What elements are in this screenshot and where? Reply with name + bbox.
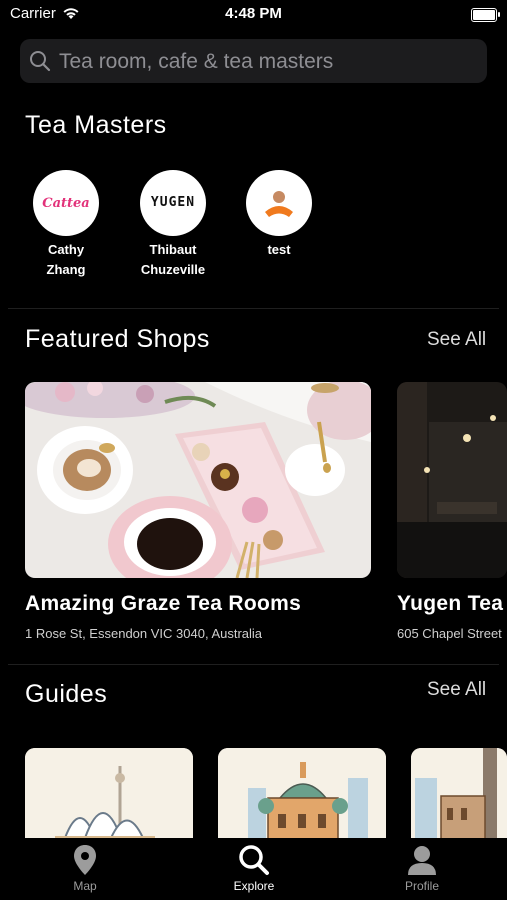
tea-table-photo	[25, 382, 371, 578]
sydney-opera-house-illustration	[25, 748, 193, 848]
tea-master-name: Chuzeville	[140, 262, 206, 277]
avatar: Cattea	[33, 170, 99, 236]
search-icon	[239, 845, 269, 875]
search-input[interactable]	[57, 47, 471, 77]
tab-explore-label: Explore	[233, 879, 275, 893]
divider	[8, 664, 499, 665]
tab-profile[interactable]: Profile	[377, 844, 467, 893]
tea-masters-title: Tea Masters	[25, 111, 167, 139]
search-bar[interactable]	[20, 39, 487, 83]
tab-profile-label: Profile	[404, 879, 439, 893]
tea-master-name: Zhang	[46, 262, 86, 277]
guides-title: Guides	[25, 680, 108, 708]
avatar: YUGEN	[140, 170, 206, 236]
map-pin-icon	[74, 845, 96, 875]
featured-shops-title: Featured Shops	[25, 325, 210, 353]
guide-card[interactable]	[411, 748, 507, 848]
guide-card[interactable]	[25, 748, 193, 848]
tea-master-name: Thibaut	[149, 242, 197, 257]
tab-explore[interactable]: Explore	[209, 844, 299, 893]
avatar	[246, 170, 312, 236]
search-icon	[30, 51, 51, 72]
shop-card-image[interactable]	[25, 382, 371, 578]
divider	[8, 308, 499, 309]
tab-map[interactable]: Map	[40, 844, 130, 893]
tab-map-label: Map	[73, 879, 97, 893]
status-bar: Carrier 4:48 PM	[0, 0, 507, 30]
tea-master-name: Cathy	[47, 242, 85, 257]
guides-see-all-link[interactable]: See All	[427, 679, 486, 701]
featured-see-all-link[interactable]: See All	[427, 329, 486, 351]
shop-card-image[interactable]	[397, 382, 507, 578]
city-buildings-illustration	[411, 748, 507, 848]
tea-master-name: test	[267, 242, 291, 257]
cafe-interior-photo	[397, 382, 507, 578]
shop-address: 1 Rose St, Essendon VIC 3040, Australia	[25, 626, 263, 641]
guide-card[interactable]	[218, 748, 386, 848]
shop-name[interactable]: Amazing Graze Tea Rooms	[25, 592, 301, 616]
shop-name[interactable]: Yugen Tea	[397, 592, 503, 616]
tab-bar: Map Explore Profile	[0, 838, 507, 900]
tea-master-item[interactable]: test	[234, 170, 324, 260]
tea-master-item[interactable]: Cattea Cathy Zhang	[21, 170, 111, 280]
battery-icon	[471, 8, 500, 22]
yugen-logo: YUGEN	[150, 195, 196, 210]
person-photo	[265, 191, 293, 217]
cattea-logo: Cattea	[42, 196, 90, 211]
flinders-station-illustration	[218, 748, 386, 848]
status-time: 4:48 PM	[225, 5, 282, 22]
person-icon	[408, 846, 436, 875]
shop-address: 605 Chapel Street	[397, 626, 502, 641]
tea-master-item[interactable]: YUGEN Thibaut Chuzeville	[128, 170, 218, 280]
